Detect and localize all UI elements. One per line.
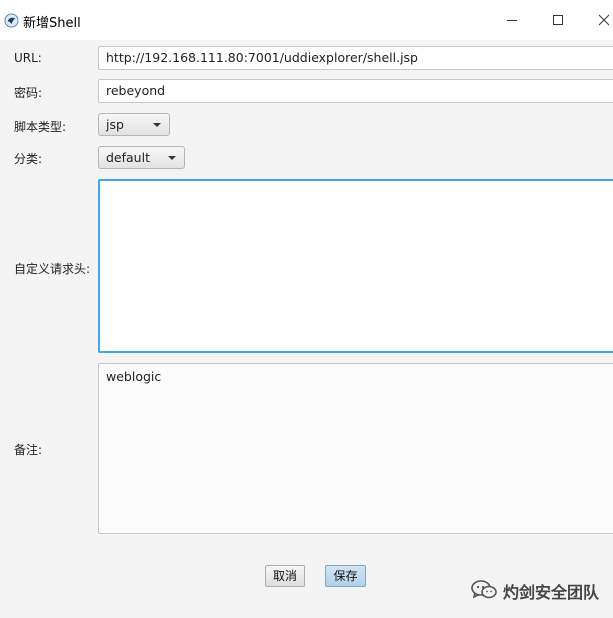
url-input[interactable]: http://192.168.111.80:7001/uddiexplorer/… — [98, 46, 613, 70]
minimize-button[interactable] — [489, 0, 535, 40]
maximize-button[interactable] — [535, 0, 581, 40]
window-title: 新增Shell — [23, 16, 81, 31]
close-button[interactable] — [581, 0, 613, 40]
script-type-label: 脚本类型: — [14, 120, 67, 134]
url-label: URL: — [14, 51, 42, 65]
notes-textarea[interactable]: weblogic — [98, 363, 613, 534]
script-type-select[interactable]: jsp — [98, 113, 170, 136]
chevron-down-icon — [168, 156, 176, 160]
notes-label: 备注: — [14, 443, 43, 457]
title-bar[interactable]: 新增Shell — [0, 0, 613, 40]
password-input[interactable]: rebeyond — [98, 79, 613, 103]
chevron-down-icon — [153, 123, 161, 127]
new-shell-dialog: 新增Shell URL: http://192.168.111.80:7001/… — [0, 0, 613, 618]
close-icon — [598, 14, 610, 26]
category-value: default — [106, 150, 150, 165]
custom-headers-textarea[interactable] — [98, 179, 613, 353]
password-label: 密码: — [14, 86, 43, 100]
wechat-icon — [471, 580, 497, 599]
app-icon — [4, 13, 19, 28]
category-select[interactable]: default — [98, 146, 185, 169]
custom-headers-label: 自定义请求头: — [14, 262, 91, 276]
maximize-icon — [553, 15, 563, 25]
cancel-button[interactable]: 取消 — [265, 565, 305, 587]
category-label: 分类: — [14, 152, 43, 166]
save-button[interactable]: 保存 — [325, 565, 366, 587]
watermark-text: 灼剑安全团队 — [503, 583, 600, 602]
minimize-icon — [507, 20, 517, 21]
script-type-value: jsp — [106, 117, 124, 132]
